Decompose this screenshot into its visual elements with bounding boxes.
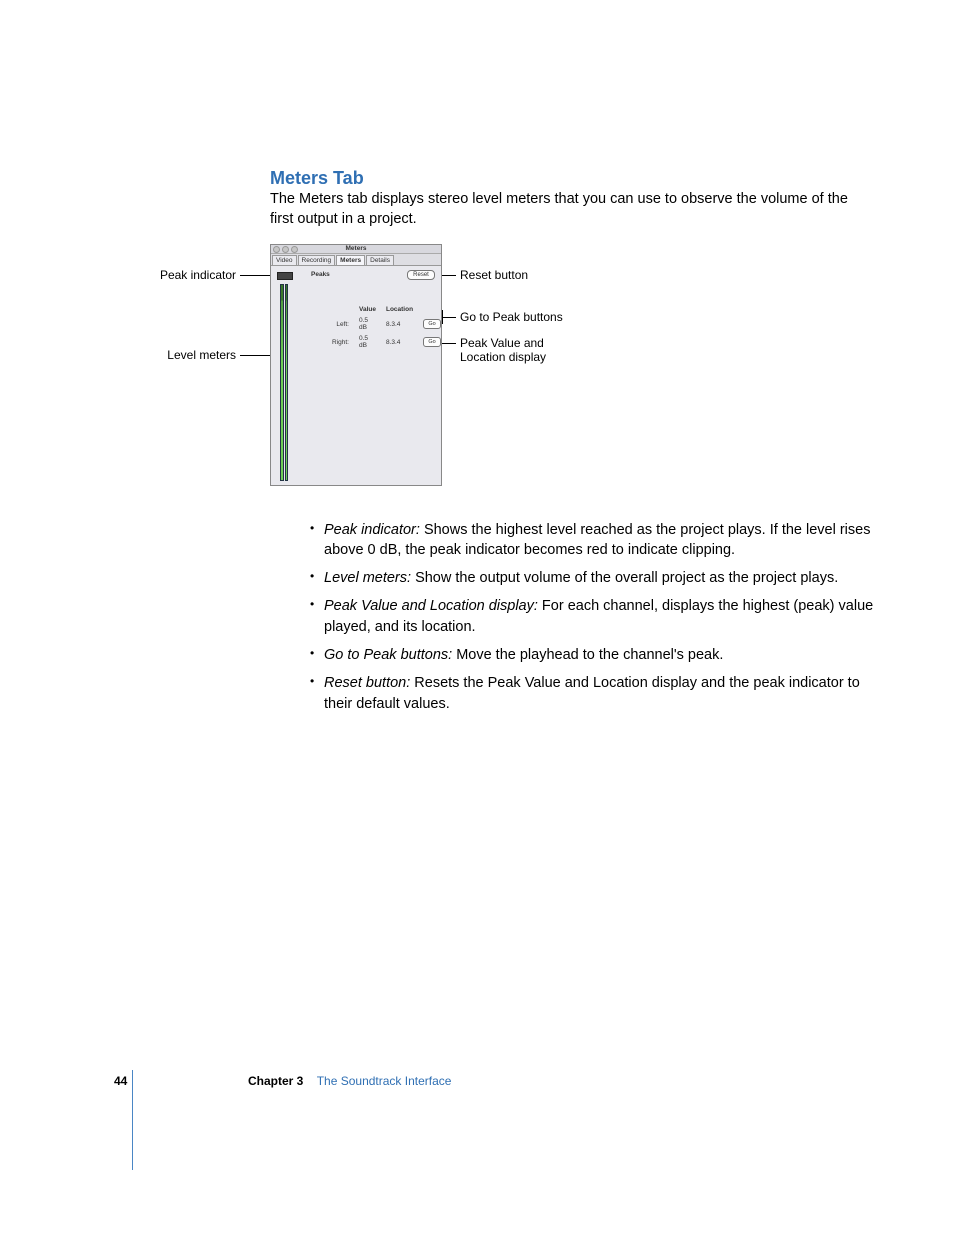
callout-peak-indicator: Peak indicator	[140, 268, 236, 282]
callout-level-meters: Level meters	[140, 348, 236, 362]
peaks-row-location: 8.3.4	[382, 335, 417, 351]
peaks-row-left: Left: 0.5 dB 8.3.4 Go	[328, 317, 445, 333]
bullet-term: Peak Value and Location display:	[324, 598, 538, 614]
bullet-list: Peak indicator: Shows the highest level …	[270, 520, 890, 722]
peaks-table: Value Location Left: 0.5 dB 8.3.4 Go Rig…	[326, 304, 447, 353]
bullet-text: Show the output volume of the overall pr…	[411, 570, 838, 586]
level-meter-left	[280, 284, 284, 481]
tab-video[interactable]: Video	[272, 255, 297, 265]
peaks-row-label: Right:	[328, 335, 353, 351]
meters-window: Meters Video Recording Meters Details Pe…	[270, 244, 442, 486]
peaks-value-header: Value	[355, 306, 380, 315]
section-heading: Meters Tab	[270, 168, 364, 189]
bullet-text: Move the playhead to the channel's peak.	[452, 647, 723, 663]
bullet-item: Peak indicator: Shows the highest level …	[310, 520, 890, 561]
bullet-item: Go to Peak buttons: Move the playhead to…	[310, 645, 890, 665]
callout-go-to-peak: Go to Peak buttons	[460, 310, 563, 324]
bullet-item: Reset button: Resets the Peak Value and …	[310, 673, 890, 714]
peaks-row-value: 0.5 dB	[355, 317, 380, 333]
level-meters	[280, 284, 288, 479]
peaks-row-location: 8.3.4	[382, 317, 417, 333]
bullet-term: Peak indicator:	[324, 522, 420, 538]
chapter-label: Chapter 3	[248, 1074, 303, 1088]
callout-peak-value-loc-2: Location display	[460, 350, 546, 364]
tab-details[interactable]: Details	[366, 255, 394, 265]
intro-paragraph: The Meters tab displays stereo level met…	[270, 190, 850, 229]
figure-meters-tab: Peak indicator Level meters Reset button…	[140, 244, 750, 489]
bullet-term: Go to Peak buttons:	[324, 647, 452, 663]
bullet-term: Reset button:	[324, 675, 410, 691]
level-meter-right	[285, 284, 289, 481]
peaks-row-value: 0.5 dB	[355, 335, 380, 351]
footer-rule	[132, 1070, 133, 1170]
go-to-peak-button[interactable]: Go	[423, 337, 441, 347]
bullet-term: Level meters:	[324, 570, 411, 586]
tab-recording[interactable]: Recording	[298, 255, 336, 265]
window-titlebar: Meters	[271, 245, 441, 254]
meters-body: Peaks Reset Value Location Left: 0	[271, 266, 441, 487]
peaks-location-header: Location	[382, 306, 417, 315]
chapter-title: The Soundtrack Interface	[317, 1074, 452, 1088]
peaks-heading: Peaks	[311, 271, 330, 278]
chapter-footer: Chapter 3 The Soundtrack Interface	[248, 1074, 451, 1088]
window-title: Meters	[271, 245, 441, 253]
callout-peak-value-loc-1: Peak Value and	[460, 336, 544, 350]
tab-bar: Video Recording Meters Details	[271, 254, 441, 266]
page-number: 44	[114, 1074, 127, 1088]
callout-reset-button: Reset button	[460, 268, 528, 282]
reset-button[interactable]: Reset	[407, 270, 435, 280]
bullet-item: Peak Value and Location display: For eac…	[310, 596, 890, 637]
go-to-peak-button[interactable]: Go	[423, 319, 441, 329]
bullet-item: Level meters: Show the output volume of …	[310, 568, 890, 588]
peak-indicator[interactable]	[277, 272, 293, 280]
peaks-row-label: Left:	[328, 317, 353, 333]
peaks-row-right: Right: 0.5 dB 8.3.4 Go	[328, 335, 445, 351]
tab-meters[interactable]: Meters	[336, 255, 365, 265]
